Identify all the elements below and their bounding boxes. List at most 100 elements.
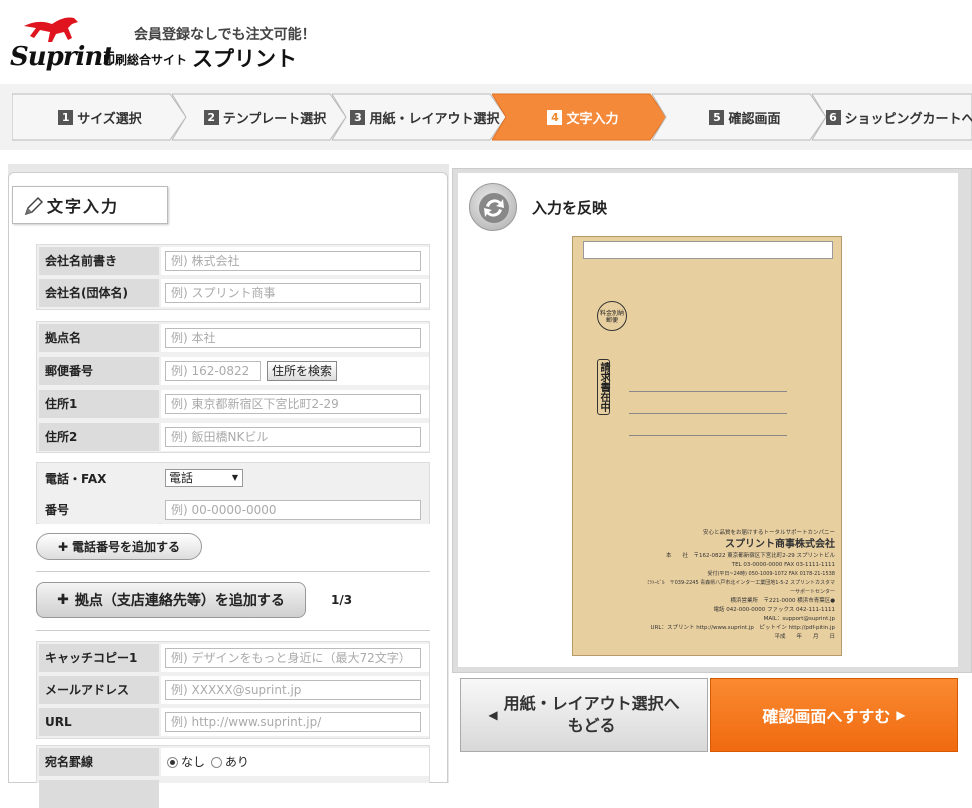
- step-number: 1: [58, 110, 73, 125]
- phone-type-value: 電話: [169, 471, 193, 485]
- address2-label: 住所2: [39, 423, 159, 451]
- address-rule-row: 宛名罫線 なし あり: [37, 746, 429, 776]
- envelope-line: 横浜営業所 〒221-0000 横浜市青葉区●: [643, 597, 835, 606]
- envelope-line: URL：スプリント http://www.suprint.jp ピットイン ht…: [643, 624, 835, 633]
- company-name-label: 会社名(団体名): [39, 279, 159, 307]
- envelope-address-window: [583, 241, 833, 259]
- phone-group: 電話・FAX 電話 ▼ 番号: [36, 462, 430, 524]
- number-input[interactable]: [165, 500, 421, 520]
- triangle-right-icon: ▶: [896, 708, 905, 722]
- suprint-logo[interactable]: Suprint: [10, 14, 110, 74]
- step-number: 2: [204, 110, 219, 125]
- address1-label: 住所1: [39, 390, 159, 418]
- branch-row: 拠点名: [37, 322, 429, 352]
- plus-icon: ✚: [58, 540, 68, 554]
- catch-row: キャッチコピー1: [37, 642, 429, 672]
- step-template[interactable]: 2 テンプレート選択: [172, 92, 348, 142]
- back-to-paper-layout-button[interactable]: ◀ 用紙・レイアウト選択へ もどる: [460, 678, 708, 752]
- catch-copy-input[interactable]: [165, 648, 421, 668]
- envelope-line: 電話 042-000-0000 ファックス 042-111-1111: [643, 606, 835, 615]
- step-number: 6: [826, 110, 841, 125]
- envelope-line: TEL 03-0000-0000 FAX 03-1111-1111: [643, 561, 835, 570]
- address1-input[interactable]: [165, 394, 421, 414]
- branch-group: 拠点名 郵便番号 住所を検索 住所1 住所2: [36, 321, 430, 453]
- header-tagline: 会員登録なしでも注文可能！: [134, 24, 316, 44]
- url-row: URL: [37, 706, 429, 736]
- phone-type-row: 電話・FAX 電話 ▼: [37, 463, 429, 493]
- form-panel-title: 文字入力: [47, 193, 119, 217]
- step-label: 用紙・レイアウト選択: [369, 108, 499, 127]
- address2-row: 住所2: [37, 421, 429, 451]
- step-cart[interactable]: 6 ショッピングカートへ: [812, 92, 972, 142]
- email-input[interactable]: [165, 680, 421, 700]
- address-search-button[interactable]: 住所を検索: [267, 361, 337, 381]
- rule-none-radio[interactable]: なし: [167, 755, 205, 769]
- catch-copy-label: キャッチコピー1: [39, 644, 159, 672]
- back-button-label-line1: 用紙・レイアウト選択へ: [504, 694, 680, 713]
- next-row-label: [39, 780, 159, 808]
- step-number: 5: [709, 110, 724, 125]
- phone-type-select[interactable]: 電話 ▼: [165, 469, 243, 487]
- envelope-company: スプリント商事株式会社: [643, 538, 835, 552]
- plus-icon: ✚: [57, 592, 69, 608]
- site-name: スプリント: [192, 43, 297, 73]
- postal-input[interactable]: [165, 361, 261, 381]
- postage-stamp-mark: 料金別納郵便: [597, 301, 627, 331]
- step-text-input[interactable]: 4文字入力: [492, 92, 668, 142]
- phone-fax-label: 電話・FAX: [39, 465, 159, 493]
- company-prefix-input[interactable]: [165, 251, 421, 271]
- step-label: テンプレート選択: [223, 108, 327, 127]
- triangle-left-icon: ◀: [488, 704, 497, 726]
- envelope-sender-info: 安心と品質をお届けするトータルサポートカンパニー スプリント商事株式会社 本 社…: [643, 529, 835, 642]
- add-branch-label: 拠点（支店連絡先等）を追加する: [75, 590, 285, 610]
- step-paper-layout[interactable]: 3 用紙・レイアウト選択: [332, 92, 508, 142]
- envelope-preview: 料金別納郵便 請求書在中 安心と品質をお届けするトータルサポートカンパニー スプ…: [572, 236, 842, 656]
- chevron-down-icon: ▼: [232, 470, 238, 486]
- site-header: Suprint 会員登録なしでも注文可能！ 印刷総合サイト スプリント: [0, 0, 972, 84]
- branch-input[interactable]: [165, 328, 421, 348]
- branch-count: 1/3: [331, 593, 352, 607]
- back-button-label-line2: もどる: [568, 716, 616, 735]
- pencil-icon: [23, 195, 45, 217]
- rule-none-label: なし: [181, 755, 205, 769]
- postal-row: 郵便番号 住所を検索: [37, 355, 429, 385]
- number-row: 番号: [37, 494, 429, 524]
- company-prefix-label: 会社名前書き: [39, 247, 159, 275]
- divider: [36, 630, 430, 631]
- postal-label: 郵便番号: [39, 357, 159, 385]
- reflect-input-label[interactable]: 入力を反映: [532, 197, 607, 218]
- company-group: 会社名前書き 会社名(団体名): [36, 244, 430, 310]
- address1-row: 住所1: [37, 388, 429, 418]
- branch-label: 拠点名: [39, 324, 159, 352]
- address-line: [629, 391, 787, 392]
- horse-logo-icon: [22, 14, 82, 44]
- step-label: サイズ選択: [77, 108, 142, 127]
- address-line: [629, 413, 787, 414]
- refresh-icon: [470, 184, 518, 232]
- rule-yes-radio[interactable]: あり: [211, 755, 249, 769]
- proceed-to-confirm-button[interactable]: 確認画面へすすむ ▶: [710, 678, 958, 752]
- envelope-line: MAIL：support@suprint.jp: [643, 615, 835, 624]
- step-label: 確認画面: [728, 108, 780, 127]
- site-subtitle: 印刷総合サイト: [103, 51, 187, 68]
- address2-input[interactable]: [165, 427, 421, 447]
- logo-wordmark: Suprint: [10, 42, 113, 72]
- company-prefix-row: 会社名前書き: [37, 245, 429, 275]
- envelope-line: ﾐﾂﾄｰﾋﾞﾙ 〒039-2245 青森県八戸市北インター工業団地1-5-2 ス…: [643, 579, 835, 597]
- url-input[interactable]: [165, 712, 421, 732]
- step-number: 3: [350, 110, 365, 125]
- step-confirm[interactable]: 5 確認画面: [652, 92, 828, 142]
- invoice-enclosed-mark: 請求書在中: [597, 359, 610, 415]
- address-rule-label: 宛名罫線: [39, 748, 159, 776]
- refresh-button[interactable]: [469, 183, 517, 231]
- step-number: 4: [547, 110, 562, 125]
- rule-yes-label: あり: [225, 755, 249, 769]
- order-steps: 1 サイズ選択 2 テンプレート選択 3 用紙・レイアウト選択 4文字入力 5 確認画面…: [12, 92, 972, 142]
- email-row: メールアドレス: [37, 674, 429, 704]
- step-label: ショッピングカートへ: [845, 108, 972, 127]
- company-name-input[interactable]: [165, 283, 421, 303]
- add-phone-button[interactable]: ✚ 電話番号を追加する: [36, 533, 202, 560]
- envelope-tagline: 安心と品質をお届けするトータルサポートカンパニー: [643, 529, 835, 538]
- add-branch-button[interactable]: ✚ 拠点（支店連絡先等）を追加する: [36, 582, 306, 618]
- step-size[interactable]: 1 サイズ選択: [12, 92, 188, 142]
